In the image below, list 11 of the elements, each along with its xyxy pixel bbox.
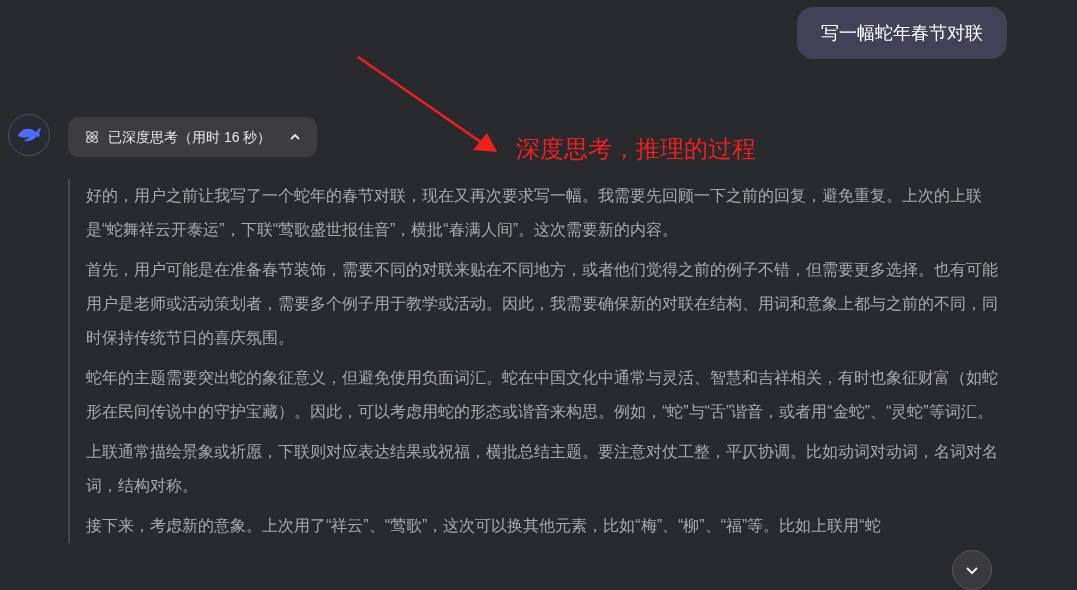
thinking-paragraph: 蛇年的主题需要突出蛇的象征意义，但避免使用负面词汇。蛇在中国文化中通常与灵活、智慧和吉祥相关，有时也象征财富（如蛇形在民间传说中的守护宝藏）。因此，可以考虑用蛇的形态或谐音来构思。例如，“蛇”与“舌”谐音，或者用“金蛇”、“灵蛇”等词汇。 (86, 368, 999, 422)
annotation-text: 深度思考，推理的过程 (516, 134, 756, 164)
thinking-toggle-button[interactable]: 已深度思考（用时 16 秒） (68, 117, 318, 157)
atom-icon (84, 129, 100, 145)
thinking-paragraph: 接下来，考虑新的意象。上次用了“祥云”、“莺歌”，这次可以换其他元素，比如“梅”、“柳”、“福”等。比如上联用“蛇 (86, 516, 882, 536)
thinking-paragraph: 好的，用户之前让我写了一个蛇年的春节对联，现在又再次要求写一幅。我需要先回顾一下之前的回复，避免重复。上次的上联是“蛇舞祥云开泰运”，下联“莺歌盛世报佳音”，横批“春满人间”。这次需要新的内容。 (86, 186, 983, 240)
thinking-paragraph: 首先，用户可能是在准备春节装饰，需要不同的对联来贴在不同地方，或者他们觉得之前的例子不错，但需要更多选择。也有可能用户是老师或活动策划者，需要多个例子用于教学或活动。因此，我需要确保新的对联在结构、用词和意象上都与之前的不同，同时保持传统节日的喜庆氛围。 (86, 260, 999, 348)
thinking-paragraph: 上联通常描绘景象或祈愿，下联则对应表达结果或祝福，横批总结主题。要注意对仗工整，平仄协调。比如动词对动词，名词对名词，结构对称。 (86, 442, 999, 496)
user-message-bubble: 写一幅蛇年春节对联 (797, 7, 1007, 59)
whale-avatar-icon (8, 114, 50, 156)
scroll-down-button[interactable] (952, 550, 992, 590)
